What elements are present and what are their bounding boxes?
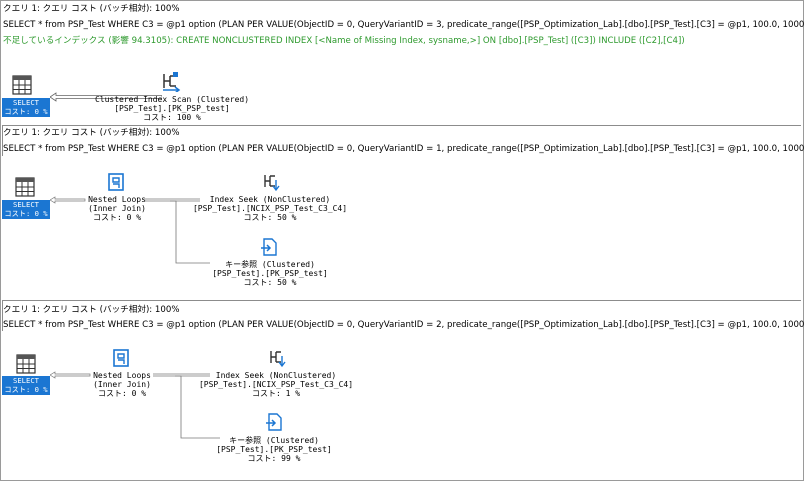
query-2-sql[interactable]: SELECT * from PSP_Test WHERE C3 = @p1 op… — [3, 144, 804, 155]
select-cost: コスト: 0 % — [4, 106, 48, 116]
index-seek-icon[interactable] — [268, 348, 286, 368]
nested-loops-cost: コスト: 0 % — [92, 213, 142, 222]
query-3-sql[interactable]: SELECT * from PSP_Test WHERE C3 = @p1 op… — [3, 320, 804, 331]
select-result-icon[interactable] — [16, 354, 36, 374]
nested-loops-icon[interactable] — [112, 348, 132, 368]
index-seek-icon[interactable] — [262, 172, 280, 192]
nested-loops-subtype: (Inner Join) — [88, 204, 146, 213]
nested-loops-subtype: (Inner Join) — [93, 380, 151, 389]
key-lookup-object: [PSP_Test].[PK_PSP_test] — [212, 269, 328, 278]
key-lookup-object: [PSP_Test].[PK_PSP_test] — [216, 445, 332, 454]
key-lookup-name[interactable]: キー参照 (Clustered) — [190, 260, 350, 269]
query-3-header: クエリ 1: クエリ コスト (バッチ相対): 100% — [3, 305, 180, 315]
nested-loops-icon[interactable] — [107, 172, 127, 192]
key-lookup-cost: コスト: 99 % — [247, 454, 301, 463]
index-seek-name[interactable]: Index Seek (NonClustered) — [196, 371, 356, 380]
clustered-index-scan-icon[interactable] — [160, 70, 182, 92]
nested-loops-cost: コスト: 0 % — [97, 389, 147, 398]
select-node-badge[interactable]: SELECT コスト: 0 % — [2, 98, 50, 117]
select-node-badge[interactable]: SELECT コスト: 0 % — [2, 376, 50, 395]
index-seek-cost: コスト: 1 % — [251, 389, 301, 398]
select-cost: コスト: 0 % — [4, 384, 48, 394]
index-seek-cost: コスト: 50 % — [243, 213, 297, 222]
nested-loops-name[interactable]: Nested Loops — [72, 195, 162, 204]
index-seek-name[interactable]: Index Seek (NonClustered) — [190, 195, 350, 204]
clustered-scan-cost: コスト: 100 % — [143, 113, 201, 122]
index-seek-object: [PSP_Test].[NCIX_PSP_Test_C3_C4] — [198, 380, 354, 389]
query-1-sql[interactable]: SELECT * from PSP_Test WHERE C3 = @p1 op… — [3, 20, 804, 31]
key-lookup-icon[interactable] — [265, 412, 283, 432]
key-lookup-icon[interactable] — [260, 237, 278, 257]
query-2-header: クエリ 1: クエリ コスト (バッチ相対): 100% — [3, 128, 180, 138]
missing-index-hint[interactable]: 不足しているインデックス (影響 94.3105): CREATE NONCLU… — [3, 36, 685, 47]
key-lookup-name[interactable]: キー参照 (Clustered) — [194, 436, 354, 445]
clustered-scan-object: [PSP_Test].[PK_PSP_test] — [114, 104, 230, 113]
query-1-header: クエリ 1: クエリ コスト (バッチ相対): 100% — [3, 4, 180, 14]
select-result-icon[interactable] — [12, 75, 32, 95]
select-node-badge[interactable]: SELECT コスト: 0 % — [2, 200, 50, 219]
select-cost: コスト: 0 % — [4, 208, 48, 218]
select-result-icon[interactable] — [15, 177, 35, 197]
key-lookup-cost: コスト: 50 % — [243, 278, 297, 287]
nested-loops-name[interactable]: Nested Loops — [77, 371, 167, 380]
index-seek-object: [PSP_Test].[NCIX_PSP_Test_C3_C4] — [192, 204, 348, 213]
clustered-scan-name[interactable]: Clustered Index Scan (Clustered) — [92, 95, 252, 104]
